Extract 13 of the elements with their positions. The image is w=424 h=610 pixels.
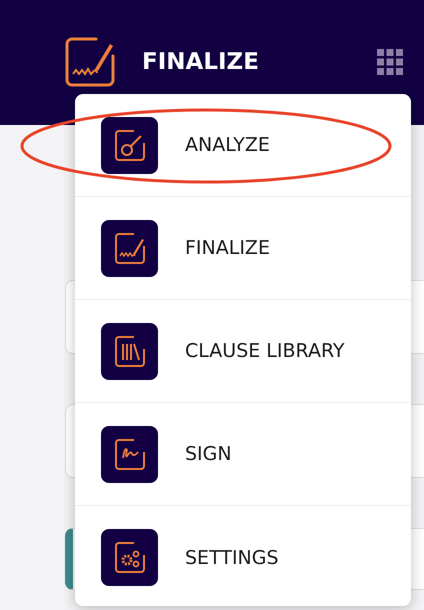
menu-item[interactable]: ANALYZE <box>75 94 411 197</box>
app-title: FINALIZE <box>142 48 260 74</box>
menu-item[interactable]: CLAUSE LIBRARY <box>75 300 411 403</box>
signature-icon <box>101 426 158 482</box>
gears-icon <box>101 529 158 586</box>
library-icon <box>101 322 158 380</box>
signature-icon <box>64 36 116 88</box>
menu-item[interactable]: FINALIZE <box>75 197 411 300</box>
menu-item[interactable]: SIGN <box>75 403 411 506</box>
magnifier-icon <box>101 116 158 174</box>
signature-icon <box>101 220 158 276</box>
menu-item[interactable]: SETTINGS <box>75 506 411 609</box>
app-grid-icon[interactable] <box>377 48 403 74</box>
